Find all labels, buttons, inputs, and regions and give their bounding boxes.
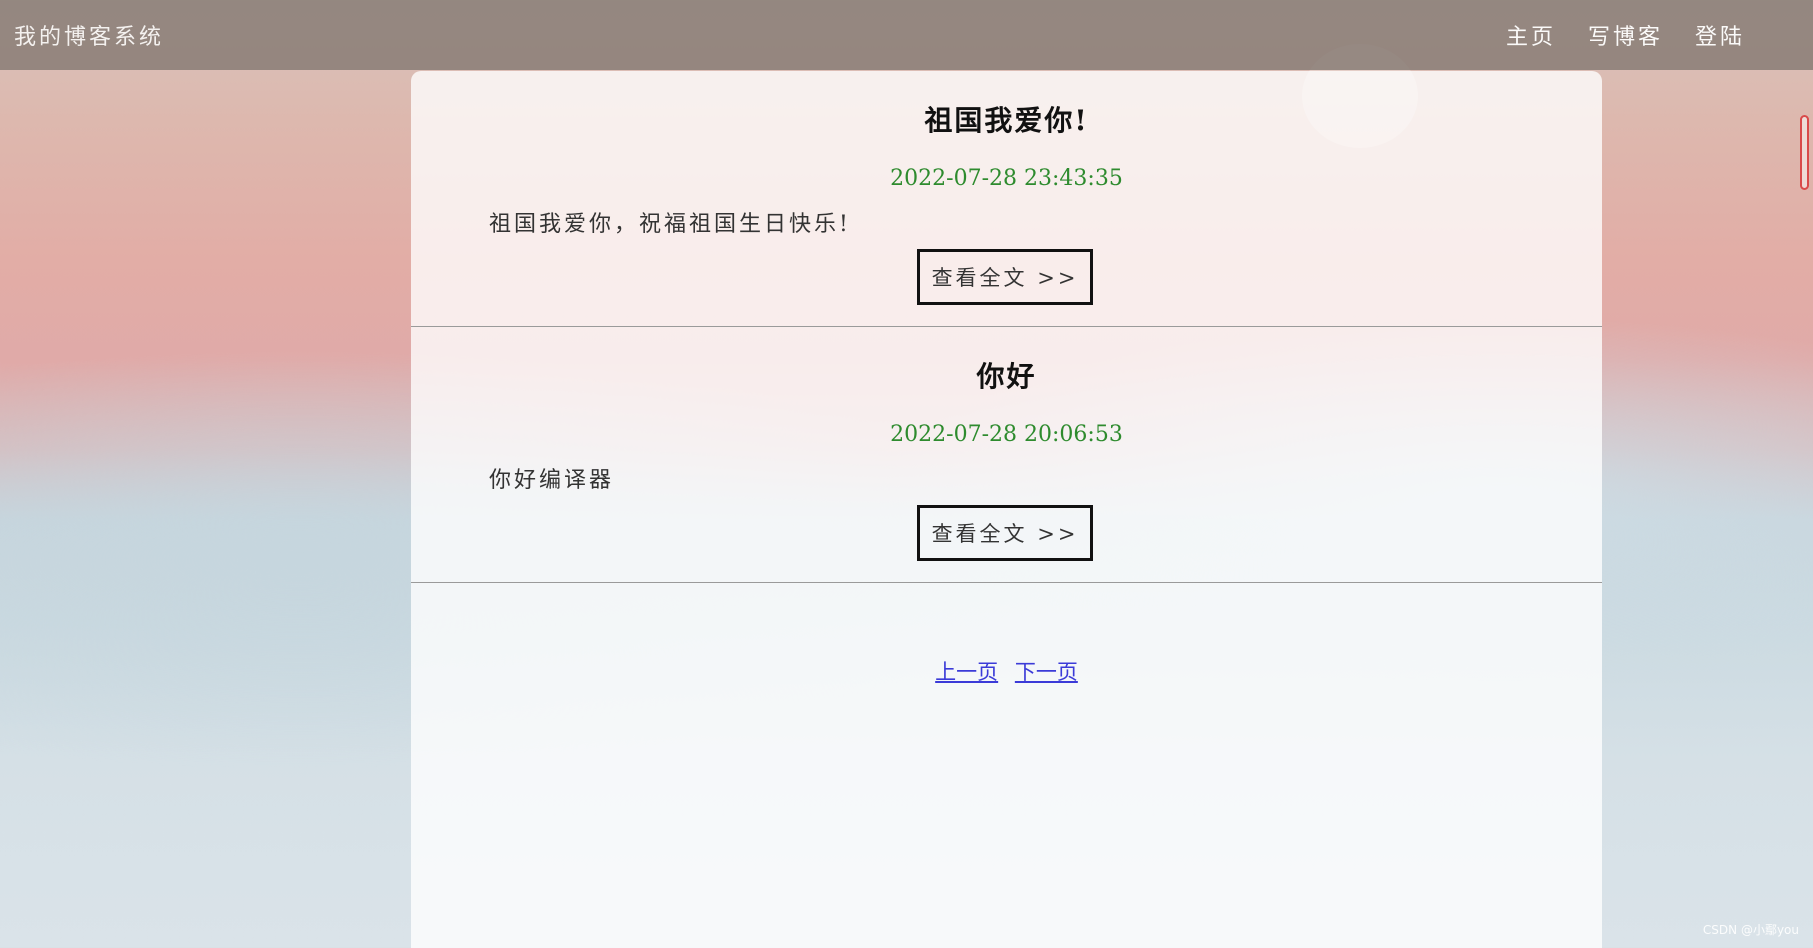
site-title: 我的博客系统 — [14, 25, 165, 50]
read-more-button[interactable]: 查看全文 >> — [917, 505, 1093, 561]
blog-date: 2022-07-28 23:43:35 — [890, 166, 1123, 191]
navbar: 我的博客系统 主页 写博客 登陆 — [0, 0, 1813, 70]
blog-description: 你好编译器 — [489, 468, 615, 493]
nav-link-login[interactable]: 登陆 — [1695, 19, 1745, 51]
blog-item: 祖国我爱你! 2022-07-28 23:43:35 祖国我爱你，祝福祖国生日快… — [411, 71, 1602, 327]
blog-list-container: 祖国我爱你! 2022-07-28 23:43:35 祖国我爱你，祝福祖国生日快… — [411, 71, 1602, 948]
blog-item: 你好 2022-07-28 20:06:53 你好编译器 查看全文 >> — [411, 327, 1602, 583]
pagination: 上一页 下一页 — [411, 656, 1602, 686]
blog-title: 你好 — [976, 360, 1037, 393]
blog-date: 2022-07-28 20:06:53 — [890, 422, 1123, 447]
read-more-button[interactable]: 查看全文 >> — [917, 249, 1093, 305]
nav-link-home[interactable]: 主页 — [1506, 19, 1556, 51]
watermark: CSDN @小鄢you — [1702, 923, 1799, 937]
nav-links: 主页 写博客 登陆 — [1506, 19, 1745, 51]
prev-page-link[interactable]: 上一页 — [935, 660, 998, 684]
blog-title: 祖国我爱你! — [924, 104, 1089, 137]
blog-description: 祖国我爱你，祝福祖国生日快乐! — [489, 212, 851, 237]
scrollbar-thumb[interactable] — [1800, 115, 1809, 190]
nav-link-write-blog[interactable]: 写博客 — [1588, 19, 1663, 51]
next-page-link[interactable]: 下一页 — [1015, 660, 1078, 684]
